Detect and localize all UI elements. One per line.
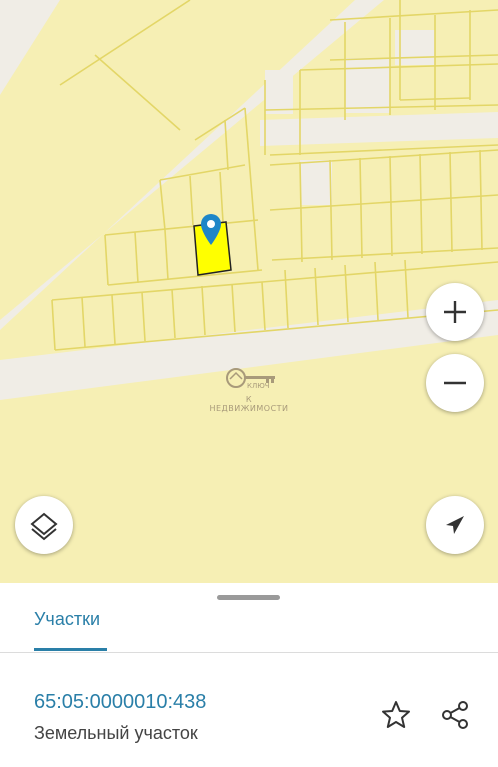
drag-handle[interactable]: [217, 595, 280, 600]
building-block: [300, 160, 332, 205]
navigation-arrow-icon: [446, 516, 464, 534]
tab-indicator: [34, 648, 107, 651]
star-icon: [382, 701, 410, 728]
favorite-button[interactable]: [378, 697, 414, 733]
watermark: КЛЮЧ К НЕДВИЖИМОСТИ: [206, 366, 292, 413]
map-canvas[interactable]: [0, 0, 498, 583]
cadastral-number[interactable]: 65:05:0000010:438: [34, 691, 206, 714]
zoom-out-button[interactable]: [426, 354, 484, 412]
share-button[interactable]: [437, 697, 473, 733]
bottom-sheet: Участки 65:05:0000010:438 Земельный учас…: [0, 583, 498, 767]
building-block: [265, 70, 293, 114]
plus-icon: [444, 301, 466, 323]
my-location-button[interactable]: [426, 496, 484, 554]
road-northwest: [0, 0, 60, 95]
share-icon: [442, 701, 468, 729]
building-block: [395, 30, 435, 65]
zoom-in-button[interactable]: [426, 283, 484, 341]
parcel-type: Земельный участок: [34, 723, 198, 743]
map-view[interactable]: КЛЮЧ К НЕДВИЖИМОСТИ: [0, 0, 498, 583]
minus-icon: [444, 381, 466, 385]
tab-parcels[interactable]: Участки: [34, 609, 100, 630]
divider: [0, 652, 498, 653]
watermark-brand: КЛЮЧ: [247, 382, 270, 390]
key-logo-icon: КЛЮЧ: [226, 368, 275, 390]
road-north: [260, 112, 498, 146]
layers-button[interactable]: [15, 496, 73, 554]
building-block: [345, 58, 390, 113]
watermark-caption: К НЕДВИЖИМОСТИ: [209, 395, 289, 413]
layers-icon: [30, 512, 58, 541]
